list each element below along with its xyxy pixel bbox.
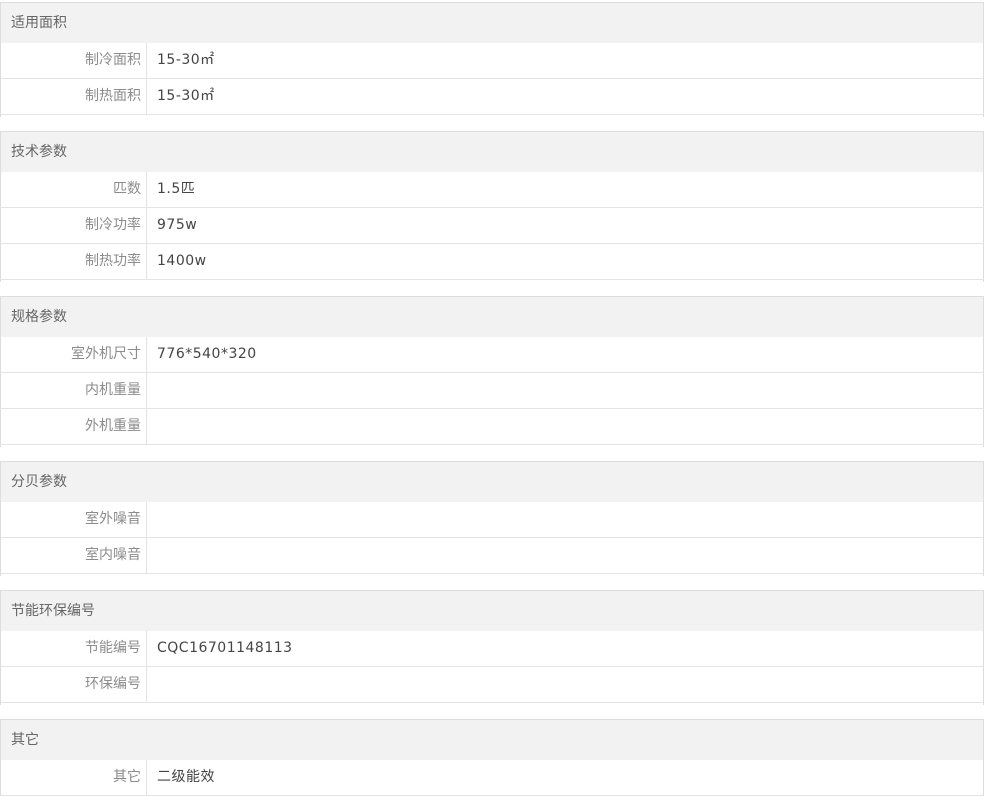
spec-label: 室外机尺寸 bbox=[1, 337, 147, 372]
section-divider bbox=[1, 280, 983, 282]
spec-table: 适用面积 制冷面积 15-30㎡ 制热面积 15-30㎡ 技术参数 匹数 1.5… bbox=[0, 0, 984, 796]
spec-row: 室内噪音 bbox=[1, 538, 983, 574]
spec-value: 776*540*320 bbox=[157, 346, 257, 362]
section-title: 技术参数 bbox=[1, 132, 983, 172]
section-divider bbox=[1, 445, 983, 447]
section-title: 规格参数 bbox=[1, 297, 983, 337]
spec-label: 室外噪音 bbox=[1, 502, 147, 537]
spec-row: 外机重量 bbox=[1, 409, 983, 445]
section-divider bbox=[1, 115, 983, 117]
spec-label: 室内噪音 bbox=[1, 538, 147, 573]
spec-row: 制冷功率 975w bbox=[1, 208, 983, 244]
spec-row: 匹数 1.5匹 bbox=[1, 172, 983, 208]
spec-label: 内机重量 bbox=[1, 373, 147, 408]
spec-section-technical: 技术参数 匹数 1.5匹 制冷功率 975w 制热功率 1400w bbox=[0, 131, 984, 282]
spec-label: 匹数 bbox=[1, 172, 147, 207]
spec-label: 环保编号 bbox=[1, 667, 147, 702]
section-title: 适用面积 bbox=[1, 3, 983, 43]
section-title: 节能环保编号 bbox=[1, 591, 983, 631]
spec-section-dimensions: 规格参数 室外机尺寸 776*540*320 内机重量 外机重量 bbox=[0, 296, 984, 447]
spec-value: CQC16701148113 bbox=[157, 640, 293, 656]
spec-value: 1.5匹 bbox=[157, 181, 196, 197]
spec-label: 制冷功率 bbox=[1, 208, 147, 243]
spec-section-other: 其它 其它 二级能效 bbox=[0, 719, 984, 796]
section-divider bbox=[1, 703, 983, 705]
spec-value bbox=[147, 667, 157, 702]
spec-label: 制热功率 bbox=[1, 244, 147, 279]
spec-value: 1400w bbox=[157, 253, 207, 269]
spec-row: 内机重量 bbox=[1, 373, 983, 409]
spec-row: 室外噪音 bbox=[1, 502, 983, 538]
section-title: 其它 bbox=[1, 720, 983, 760]
section-divider bbox=[1, 574, 983, 576]
spec-section-applicable-area: 适用面积 制冷面积 15-30㎡ 制热面积 15-30㎡ bbox=[0, 2, 984, 117]
spec-value: 15-30㎡ bbox=[157, 52, 215, 68]
spec-value: 15-30㎡ bbox=[157, 88, 215, 104]
spec-label: 制热面积 bbox=[1, 79, 147, 114]
spec-label: 其它 bbox=[1, 760, 147, 795]
spec-row: 其它 二级能效 bbox=[1, 760, 983, 796]
section-title: 分贝参数 bbox=[1, 462, 983, 502]
spec-row: 节能编号 CQC16701148113 bbox=[1, 631, 983, 667]
spec-row: 环保编号 bbox=[1, 667, 983, 703]
spec-row: 制冷面积 15-30㎡ bbox=[1, 43, 983, 79]
spec-value bbox=[147, 538, 157, 573]
spec-value: 二级能效 bbox=[157, 769, 215, 785]
spec-row: 室外机尺寸 776*540*320 bbox=[1, 337, 983, 373]
spec-section-energy-codes: 节能环保编号 节能编号 CQC16701148113 环保编号 bbox=[0, 590, 984, 705]
spec-value bbox=[147, 409, 157, 444]
spec-section-decibel: 分贝参数 室外噪音 室内噪音 bbox=[0, 461, 984, 576]
spec-row: 制热面积 15-30㎡ bbox=[1, 79, 983, 115]
spec-label: 外机重量 bbox=[1, 409, 147, 444]
spec-label: 节能编号 bbox=[1, 631, 147, 666]
spec-value bbox=[147, 502, 157, 537]
spec-value: 975w bbox=[157, 217, 198, 233]
spec-row: 制热功率 1400w bbox=[1, 244, 983, 280]
spec-value bbox=[147, 373, 157, 408]
spec-label: 制冷面积 bbox=[1, 43, 147, 78]
